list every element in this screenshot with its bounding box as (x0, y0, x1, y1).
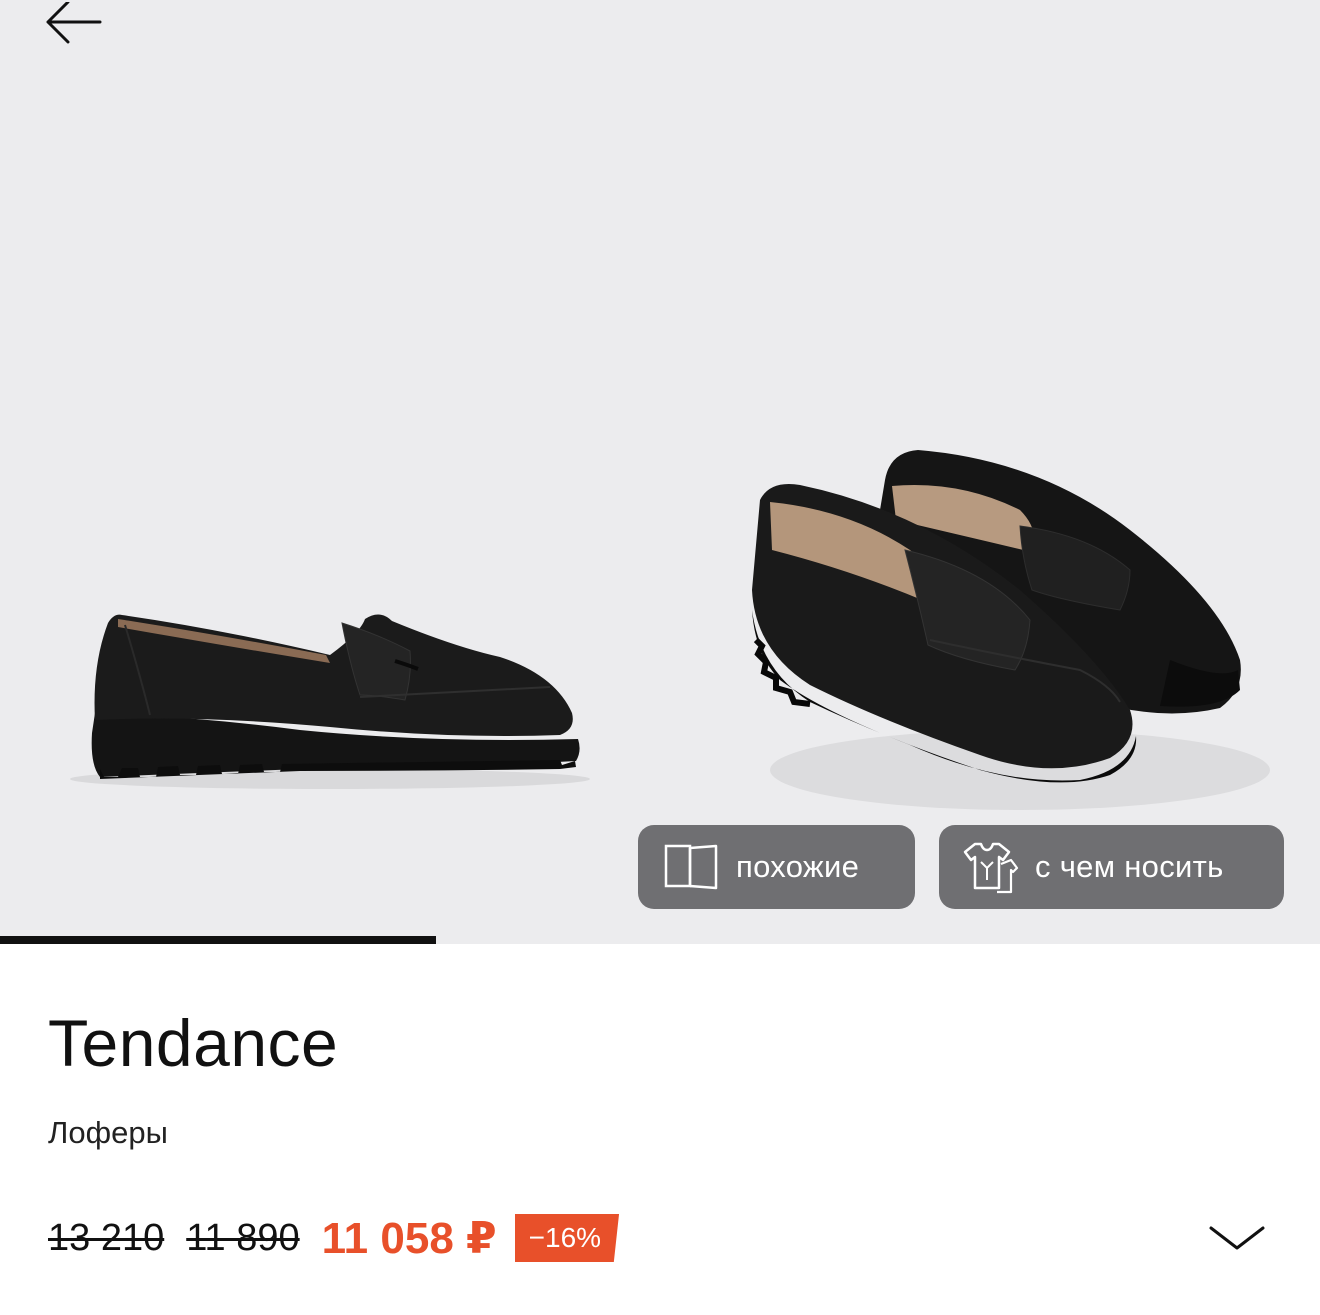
cards-icon (662, 840, 722, 894)
chevron-down-icon (1209, 1226, 1265, 1250)
gallery-progress-bar (0, 936, 1320, 944)
old-price-1: 13 210 (48, 1216, 165, 1259)
arrow-left-icon (46, 2, 102, 44)
current-price: 11 058 ₽ (321, 1213, 497, 1263)
product-photo-side (70, 614, 590, 789)
wear-with-label: с чем носить (1035, 849, 1224, 884)
back-button[interactable] (34, 0, 110, 56)
price-row: 13 210 11 890 11 058 ₽ −16% (48, 1210, 620, 1266)
wear-with-button[interactable]: с чем носить (939, 825, 1284, 909)
clothes-icon (957, 838, 1021, 896)
discount-badge: −16% (514, 1214, 620, 1262)
product-category: Лоферы (48, 1115, 168, 1150)
product-photo-pair (752, 450, 1270, 810)
gallery-progress-fill (0, 936, 436, 944)
similar-button[interactable]: похожие (638, 825, 915, 909)
expand-price-button[interactable] (1205, 1215, 1269, 1259)
old-price-2: 11 890 (186, 1216, 300, 1259)
similar-label: похожие (736, 849, 860, 884)
product-gallery[interactable]: похожие с чем носить (0, 0, 1320, 944)
brand-name[interactable]: Tendance (48, 1005, 338, 1081)
